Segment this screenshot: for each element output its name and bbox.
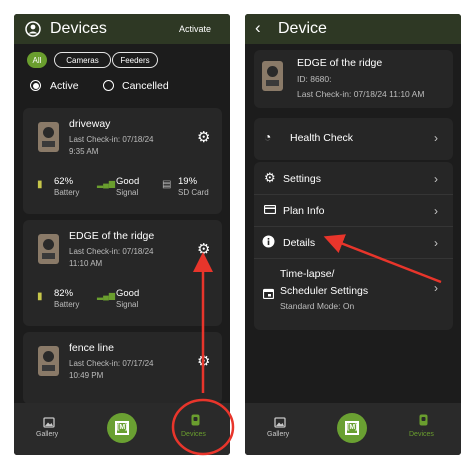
arrow-to-details (323, 234, 442, 284)
devices-highlight-circle (171, 398, 235, 456)
annotation-overlay (171, 234, 442, 456)
